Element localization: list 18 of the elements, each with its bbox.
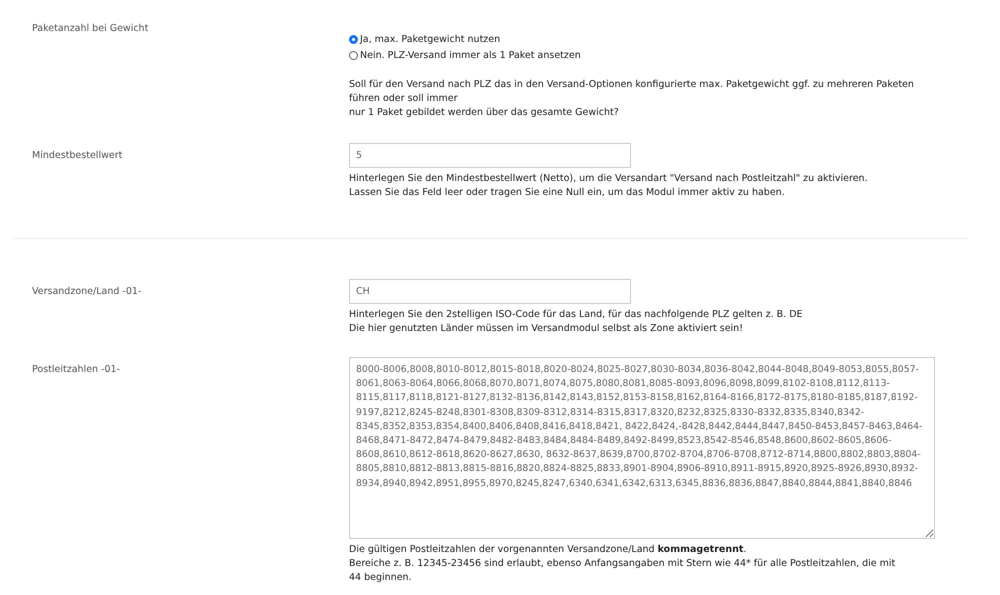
radio-option[interactable]: Ja, max. Paketgewicht nutzen [349, 31, 968, 47]
help-text: Die hier genutzten Länder müssen im Versandmodul selbst als Zone aktiviert sein! [349, 322, 744, 336]
field-label: Paketanzahl bei Gewicht [31, 22, 150, 36]
help-text: Lassen Sie das Feld leer oder tragen Sie eine Null ein, um das Modul immer aktiv zu haben. [349, 186, 786, 200]
textarea-field[interactable]: 8000-8006,8008,8010-8012,8015-8018,8020-8024,8025-8027,8030-8034,8036-8042,8044-8048,8049-8053,8055,8057-8061,8063-8064,8066,8068,8070,8071,8074,8075,8080,8081,8085-8093,8096,8098,8099,8102-8108,8112,8113-8115,8117,8118,8121-8127,8132-8136,8142,8143,8152,8153-8158,8162,8164-8166,8172-8175,8180-8185,8187,8192-9197,8212,8245-8248,8301-8308,8309-8312,8314-8315,8317,8320,8232,8325,8330-8332,8335,8340,8342-8345,8352,8353,8354,8400,8406,8408,8416,8418,8421, 8422,8424,-8428,8442,8444,8447,8450-8453,8457-8463,8464-8468,8471-8472,8474-8479,8482-8483,8484,8484-8489,8492-8499,8523,8542-8546,8548,8600,8602-8605,8606-8608,8610,8612-8618,8620-8627,8630, 8632-8637,8639,8700,8702-8704,8706-8708,8712-8714,8800,8802,8803,8804-8805,8810,8812-8813,8815-8816,8820,8824-8825,8833,8901-8904,8906-8910,8911-8915,8920,8925-8926,8930,8932-8934,8940,8942,8951,8955,8970,8245,8247,6340,6341,6342,6313,6345,8836,8836,8847,8840,8844,8841,8840,8846 [349, 357, 935, 539]
field-label: Mindestbestellwert [31, 149, 124, 163]
text-field[interactable]: CH [349, 279, 631, 304]
field-label: Versandzone/Land -01- [31, 285, 142, 299]
help-text: Hinterlegen Sie den 2stelligen ISO-Code für das Land, für das nachfolgende PLZ gelten z. B. DE [349, 308, 804, 322]
help-text: nur 1 Paket gebildet werden über das gesamte Gewicht? [349, 106, 620, 120]
help-text: Die gültigen Postleitzahlen der vorgenannten Versandzone/Land kommagetrennt. [349, 543, 748, 557]
help-text: Hinterlegen Sie den Mindestbestellwert (Netto), um die Versandart "Versand nach Postleitzahl" zu aktivieren. [349, 172, 869, 186]
help-text: Bereiche z. B. 12345-23456 sind erlaubt, ebenso Anfangsangaben mit Stern wie 44* für alle Postleitzahlen, die mit 44 beginnen. [349, 557, 896, 585]
radio-option[interactable]: Nein. PLZ-Versand immer als 1 Paket ansetzen [349, 47, 968, 63]
field-label: Postleitzahlen -01- [31, 363, 122, 377]
radio-icon[interactable] [349, 34, 358, 44]
text-field[interactable]: 5 [349, 143, 631, 168]
radio-icon[interactable] [349, 50, 358, 60]
